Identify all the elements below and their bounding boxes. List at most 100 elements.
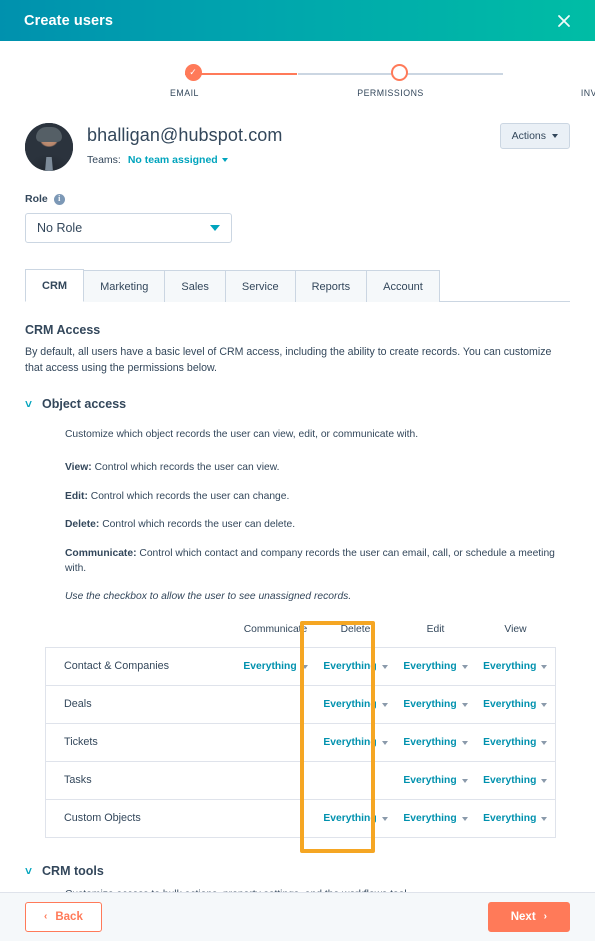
cell-view: Everything	[475, 684, 556, 724]
permission-dropdown-view[interactable]: Everything	[483, 737, 548, 749]
permission-dropdown-edit[interactable]: Everything	[403, 737, 468, 748]
permissions-table: Communicate Delete Edit View Contact & C…	[45, 624, 556, 838]
permission-dropdown-communicate[interactable]: Everything	[243, 661, 308, 673]
tab-panel-crm: CRM Access By default, all users have a …	[0, 302, 595, 892]
info-icon[interactable]: i	[53, 193, 65, 205]
accordion-crm-tools-label: CRM tools	[42, 863, 104, 878]
definition-delete-text: Control which records the user can delet…	[99, 519, 296, 531]
chevron-down-icon	[210, 225, 220, 231]
permission-dropdown-edit[interactable]: Everything	[403, 775, 468, 787]
permission-dropdown-edit[interactable]: Everything	[403, 813, 468, 824]
tab-reports[interactable]: Reports	[295, 270, 368, 302]
definition-view-term: View:	[65, 462, 92, 474]
chevron-down-icon	[221, 158, 228, 162]
accordion-object-access[interactable]: ˅ Object access	[25, 397, 570, 411]
tab-account-label: Account	[383, 281, 423, 293]
role-label: Role	[25, 193, 48, 205]
definition-edit: Edit: Control which records the user can…	[65, 489, 570, 504]
chevron-right-icon: ›	[543, 911, 547, 922]
tab-service[interactable]: Service	[225, 270, 296, 302]
permission-dropdown-view[interactable]: Everything	[483, 813, 548, 824]
chevron-down-icon: ˅	[25, 863, 33, 878]
user-email: bhalligan@hubspot.com	[87, 125, 283, 145]
cell-edit: Everything	[395, 646, 476, 686]
page-title: Create users	[24, 12, 114, 29]
row-object-name: Custom Objects	[45, 798, 236, 838]
column-header-edit: Edit	[426, 623, 445, 635]
chevron-down-icon	[541, 740, 548, 745]
permission-value: Everything	[403, 699, 457, 711]
permission-value: Everything	[323, 661, 377, 673]
role-select[interactable]: No Role	[25, 213, 232, 243]
user-summary: bhalligan@hubspot.com Teams: No team ass…	[0, 103, 595, 171]
role-select-value: No Role	[37, 221, 83, 235]
tab-sales-label: Sales	[181, 281, 209, 293]
definition-edit-term: Edit:	[65, 490, 88, 502]
actions-button[interactable]: Actions	[499, 123, 570, 149]
table-row: Tasks Everything Everything	[45, 760, 556, 800]
definition-edit-text: Control which records the user can chang…	[87, 490, 290, 502]
chevron-down-icon: ˅	[25, 396, 33, 411]
accordion-object-access-label: Object access	[42, 396, 127, 411]
avatar	[25, 123, 73, 171]
chevron-down-icon	[461, 740, 468, 745]
object-access-intro: Customize which object records the user …	[65, 428, 419, 440]
definition-communicate: Communicate: Control which contact and c…	[65, 546, 570, 577]
chevron-down-icon	[461, 702, 468, 707]
permission-dropdown-delete[interactable]: Everything	[323, 661, 388, 673]
definition-delete: Delete: Control which records the user c…	[65, 517, 570, 532]
permission-value: Everything	[483, 661, 537, 673]
role-field: Role i No Role	[0, 171, 595, 243]
role-label-row: Role i	[25, 193, 570, 205]
table-row: Deals Everything Everything Everything	[45, 684, 556, 724]
permission-dropdown-delete[interactable]: Everything	[323, 699, 388, 710]
permissions-table-wrap: Communicate Delete Edit View Contact & C…	[25, 620, 570, 853]
tab-crm[interactable]: CRM	[25, 269, 85, 302]
permission-value: Everything	[403, 775, 457, 787]
next-button[interactable]: Next ›	[487, 902, 570, 932]
permission-dropdown-delete[interactable]: Everything	[323, 813, 388, 825]
cell-delete: Everything	[315, 722, 396, 762]
tab-marketing-label: Marketing	[100, 281, 149, 293]
tab-sales[interactable]: Sales	[165, 270, 226, 302]
permission-dropdown-view[interactable]: Everything	[483, 775, 548, 786]
chevron-down-icon	[552, 134, 558, 138]
permission-value: Everything	[483, 699, 537, 711]
table-header-row: Communicate Delete Edit View	[46, 624, 556, 648]
modal-footer: ‹ Back Next ›	[0, 892, 595, 941]
permission-dropdown-view[interactable]: Everything	[483, 661, 548, 673]
table-row: Contact & Companies Everything Everythin…	[45, 646, 556, 686]
chevron-down-icon	[541, 702, 548, 707]
tab-account[interactable]: Account	[367, 270, 440, 302]
permission-dropdown-edit[interactable]: Everything	[403, 699, 468, 711]
accordion-crm-tools[interactable]: ˅ CRM tools	[25, 864, 570, 878]
chevron-down-icon	[461, 816, 468, 821]
column-header-object	[46, 624, 236, 648]
crm-access-description: By default, all users have a basic level…	[25, 346, 552, 375]
chevron-left-icon: ‹	[44, 911, 48, 922]
chevron-down-icon	[541, 778, 548, 783]
column-header-communicate: Communicate	[243, 623, 308, 635]
permission-value: Everything	[323, 813, 377, 825]
cell-delete: Everything	[315, 798, 396, 838]
tab-service-label: Service	[241, 281, 279, 293]
teams-row: Teams: No team assigned	[87, 154, 283, 166]
cell-delete: Everything	[315, 646, 396, 686]
permission-dropdown-view[interactable]: Everything	[483, 699, 548, 711]
permission-dropdown-delete[interactable]: Everything	[323, 737, 388, 748]
definition-communicate-term: Communicate:	[65, 547, 137, 559]
tab-marketing[interactable]: Marketing	[84, 270, 166, 302]
close-icon[interactable]	[553, 10, 575, 32]
chevron-down-icon	[541, 816, 548, 821]
chevron-down-icon	[301, 664, 308, 669]
permission-dropdown-edit[interactable]: Everything	[403, 661, 468, 672]
back-button[interactable]: ‹ Back	[25, 902, 102, 932]
object-access-note: Use the checkbox to allow the user to se…	[65, 591, 352, 603]
permission-value: Everything	[483, 737, 537, 749]
team-assignment-dropdown[interactable]: No team assigned	[128, 154, 228, 166]
chevron-down-icon	[381, 816, 388, 821]
table-row: Custom Objects Everything Everything Eve…	[45, 798, 556, 838]
stepper-label-permissions: PERMISSIONS	[357, 88, 424, 98]
permission-value: Everything	[243, 661, 297, 673]
progress-stepper: ✓ EMAIL PERMISSIONS INVITE	[0, 41, 595, 103]
